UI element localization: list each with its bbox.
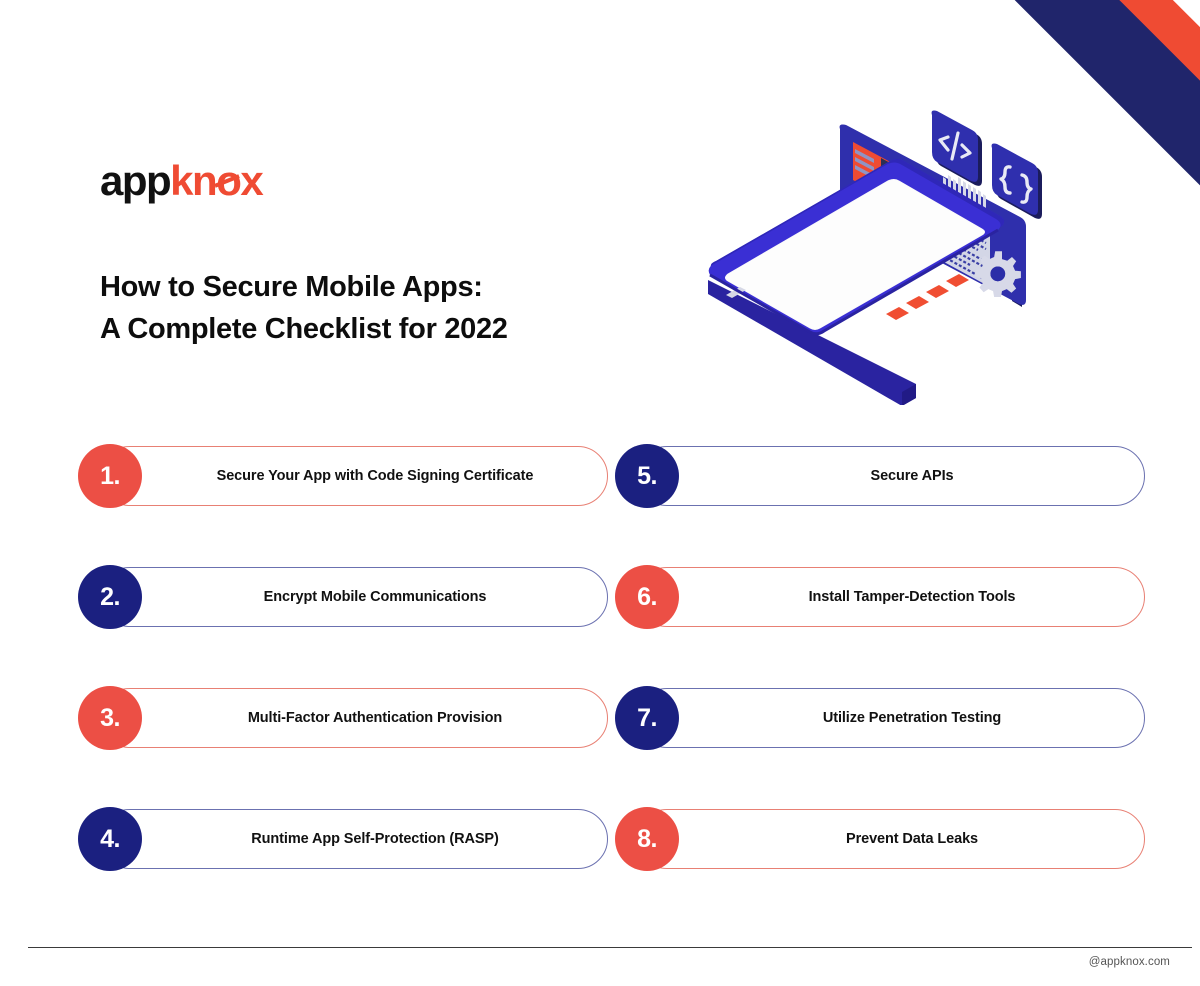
checklist-pill-6[interactable]: Install Tamper-Detection Tools xyxy=(637,567,1145,627)
checklist-pill-7[interactable]: Utilize Penetration Testing xyxy=(637,688,1145,748)
checklist-item-7[interactable]: Utilize Penetration Testing 7. xyxy=(615,686,1145,750)
checklist-badge-8: 8. xyxy=(615,807,679,871)
checklist-badge-6: 6. xyxy=(615,565,679,629)
footer-divider xyxy=(28,947,1192,948)
logo-text-x: x xyxy=(240,157,263,204)
checklist-badge-7: 7. xyxy=(615,686,679,750)
checklist-badge-2: 2. xyxy=(78,565,142,629)
checklist-item-2[interactable]: Encrypt Mobile Communications 2. xyxy=(78,565,608,629)
checklist-badge-3: 3. xyxy=(78,686,142,750)
checklist-pill-2[interactable]: Encrypt Mobile Communications xyxy=(100,567,608,627)
checklist-badge-4: 4. xyxy=(78,807,142,871)
checklist-pill-5[interactable]: Secure APIs xyxy=(637,446,1145,506)
checklist-column-right: Secure APIs 5. Install Tamper-Detection … xyxy=(615,444,1145,871)
logo-text-app: app xyxy=(100,157,172,204)
checklist-pill-4[interactable]: Runtime App Self-Protection (RASP) xyxy=(100,809,608,869)
logo-text-knox: knox xyxy=(170,157,264,204)
checklist-number-8: 8. xyxy=(637,824,657,853)
page-title-line-2: A Complete Checklist for 2022 xyxy=(100,312,508,345)
page-title-line-1: How to Secure Mobile Apps: xyxy=(100,271,483,304)
hero-illustration xyxy=(690,95,1090,406)
checklist-pill-8[interactable]: Prevent Data Leaks xyxy=(637,809,1145,869)
checklist-number-7: 7. xyxy=(637,703,657,732)
page-title: How to Secure Mobile Apps: A Complete Ch… xyxy=(100,267,508,349)
checklist-label-3: Multi-Factor Authentication Provision xyxy=(247,710,503,726)
checklist-label-2: Encrypt Mobile Communications xyxy=(263,589,487,605)
checklist-item-6[interactable]: Install Tamper-Detection Tools 6. xyxy=(615,565,1145,629)
checklist-item-5[interactable]: Secure APIs 5. xyxy=(615,444,1145,508)
checklist-pill-1[interactable]: Secure Your App with Code Signing Certif… xyxy=(100,446,608,506)
checklist-number-3: 3. xyxy=(100,703,120,732)
checklist-number-2: 2. xyxy=(100,582,120,611)
checklist-badge-1: 1. xyxy=(78,444,142,508)
checklist-item-8[interactable]: Prevent Data Leaks 8. xyxy=(615,807,1145,871)
checklist-number-6: 6. xyxy=(637,582,657,611)
checklist-item-1[interactable]: Secure Your App with Code Signing Certif… xyxy=(78,444,608,508)
checklist-number-5: 5. xyxy=(637,461,657,490)
checklist-label-8: Prevent Data Leaks xyxy=(846,831,978,847)
checklist-label-6: Install Tamper-Detection Tools xyxy=(808,589,1016,605)
checklist-label-1: Secure Your App with Code Signing Certif… xyxy=(216,468,534,484)
checklist-number-1: 1. xyxy=(100,461,120,490)
logo-text-kn: kn xyxy=(170,157,218,204)
checklist-label-5: Secure APIs xyxy=(870,468,954,484)
checklist-item-3[interactable]: Multi-Factor Authentication Provision 3. xyxy=(78,686,608,750)
checklist-number-4: 4. xyxy=(100,824,120,853)
checklist-column-left: Secure Your App with Code Signing Certif… xyxy=(78,444,608,871)
checklist-badge-5: 5. xyxy=(615,444,679,508)
logo-slashed-o-icon: o xyxy=(214,160,242,202)
checklist-pill-3[interactable]: Multi-Factor Authentication Provision xyxy=(100,688,608,748)
checklist-label-7: Utilize Penetration Testing xyxy=(822,710,1002,726)
infographic-page: appknox How to Secure Mobile Apps: A Com… xyxy=(0,0,1200,986)
footer-handle: @appknox.com xyxy=(1088,956,1170,968)
appknox-logo: appknox xyxy=(100,157,264,204)
checklist-item-4[interactable]: Runtime App Self-Protection (RASP) 4. xyxy=(78,807,608,871)
checklist-label-4: Runtime App Self-Protection (RASP) xyxy=(251,831,499,847)
